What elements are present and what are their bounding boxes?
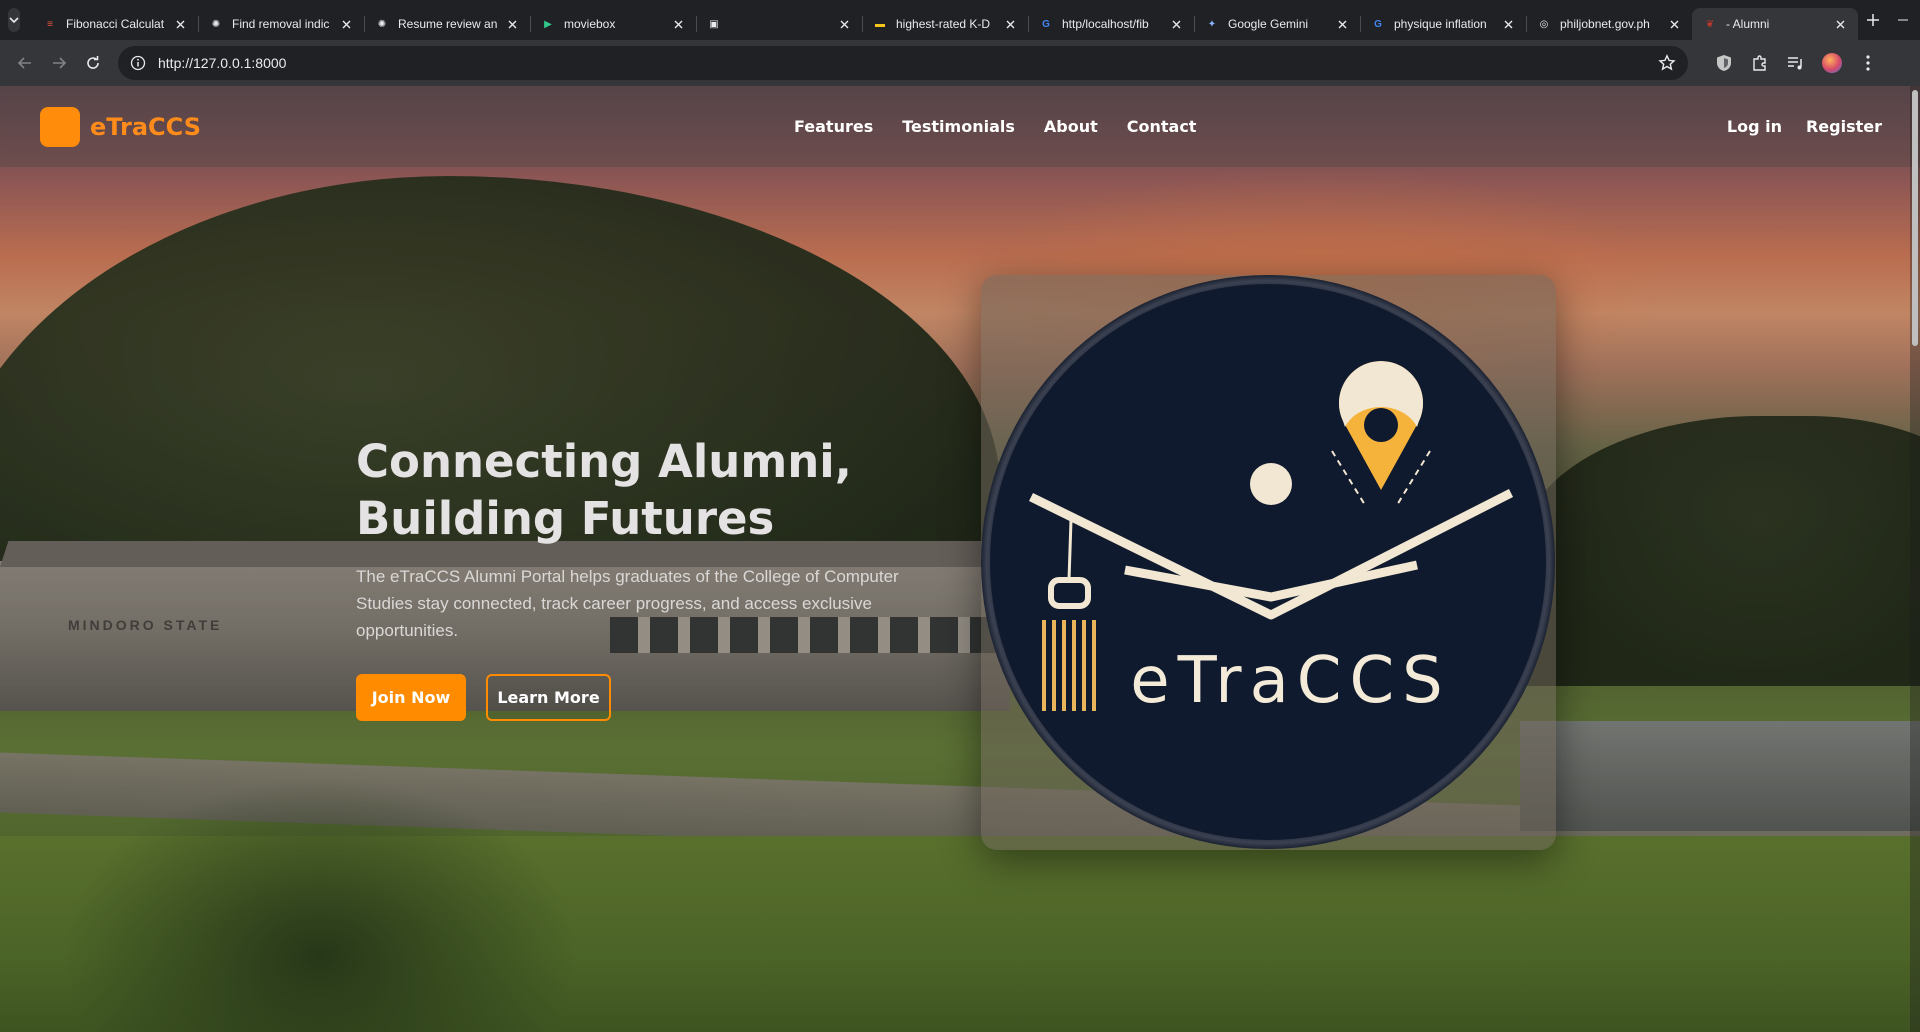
moviebox-icon: ▶ <box>544 18 552 30</box>
page-scrollbar[interactable] <box>1910 86 1920 1032</box>
close-tab-icon[interactable] <box>836 16 852 32</box>
browser-tab[interactable]: ✺ Resume review an <box>364 8 530 40</box>
browser-menu-button[interactable] <box>1850 46 1886 80</box>
browser-tab-title: Find removal indic <box>232 17 330 31</box>
site-header: eTraCCS Features Testimonials About Cont… <box>0 86 1920 167</box>
close-tab-icon[interactable] <box>172 16 188 32</box>
browser-tab[interactable]: ✺ Find removal indic <box>198 8 364 40</box>
picture-in-picture-icon: ▣ <box>709 18 719 30</box>
imdb-icon: ▬ <box>875 18 885 30</box>
browser-toolbar: http://127.0.0.1:8000 <box>0 40 1920 86</box>
close-tab-icon[interactable] <box>670 16 686 32</box>
chevron-down-icon <box>9 17 19 24</box>
register-link[interactable]: Register <box>1806 117 1882 136</box>
alumni-icon: ❦ <box>1705 18 1715 30</box>
learn-more-button[interactable]: Learn More <box>486 674 611 721</box>
new-tab-button[interactable] <box>1866 6 1880 34</box>
browser-tab[interactable]: ❦ - Alumni <box>1692 8 1858 40</box>
globe-icon: ◎ <box>1539 18 1549 30</box>
avatar <box>1822 53 1842 73</box>
media-queue-icon <box>1788 57 1802 70</box>
browser-tab[interactable]: Gphysique inflation <box>1360 8 1526 40</box>
extensions-button[interactable] <box>1742 46 1778 80</box>
kebab-menu-icon <box>1866 55 1870 71</box>
browser-tab[interactable]: ◎ philjobnet.gov.ph <box>1526 8 1692 40</box>
browser-tab[interactable]: ▬ highest-rated K-D <box>862 8 1028 40</box>
auth-nav: Log in Register <box>1703 86 1882 167</box>
browser-tab[interactable]: ▶ moviebox <box>530 8 696 40</box>
page-scrollbar-thumb[interactable] <box>1912 90 1918 346</box>
nav-link-features[interactable]: Features <box>794 117 873 136</box>
extension-toolbar <box>1706 46 1886 80</box>
browser-tab[interactable]: ≡ Fibonacci Calculat <box>32 8 198 40</box>
browser-tab-title: - Alumni <box>1726 17 1770 31</box>
google-icon: G <box>1374 18 1382 30</box>
hero-actions: Join Now Learn More <box>356 674 956 721</box>
shield-icon <box>1717 55 1731 71</box>
bookmark-star-icon[interactable] <box>1658 54 1676 72</box>
close-tab-icon[interactable] <box>1500 16 1516 32</box>
openai-icon: ✺ <box>377 18 387 30</box>
arrow-left-icon <box>17 57 31 69</box>
browser-tab-title: philjobnet.gov.ph <box>1560 17 1650 31</box>
minimize-icon <box>1898 19 1908 21</box>
close-tab-icon[interactable] <box>1168 16 1184 32</box>
gemini-icon: ✦ <box>1207 18 1217 30</box>
browser-tab-title: Fibonacci Calculat <box>66 17 165 31</box>
arrow-right-icon <box>53 57 67 69</box>
calculator-icon: ≡ <box>47 18 53 30</box>
plus-icon <box>1867 14 1879 26</box>
back-button[interactable] <box>8 46 42 80</box>
browser-tab-title: moviebox <box>564 17 616 31</box>
media-control-button[interactable] <box>1778 46 1814 80</box>
browser-tab[interactable]: ✦ Google Gemini <box>1194 8 1360 40</box>
join-now-button[interactable]: Join Now <box>356 674 466 721</box>
shield-extension-button[interactable] <box>1706 46 1742 80</box>
window-controls <box>1880 0 1920 40</box>
close-tab-icon[interactable] <box>1832 16 1848 32</box>
browser-tab-title: Google Gemini <box>1228 17 1309 31</box>
openai-icon: ✺ <box>211 18 221 30</box>
emblem-wordmark: eTraCCS <box>1130 644 1451 718</box>
browser-tab-title: physique inflation <box>1394 17 1487 31</box>
browser-tab[interactable]: Ghttp/localhost/fib <box>1028 8 1194 40</box>
tab-search-button[interactable] <box>8 8 20 32</box>
hero-title-line-1: Connecting Alumni, <box>356 435 852 488</box>
page-viewport: MINDORO STATE eTraCCS Features Testimoni… <box>0 86 1920 1032</box>
close-tab-icon[interactable] <box>1002 16 1018 32</box>
site-info-icon[interactable] <box>130 55 146 71</box>
hero-title: Connecting Alumni, Building Futures <box>356 433 956 547</box>
nav-link-about[interactable]: About <box>1044 117 1098 136</box>
forward-button[interactable] <box>42 46 76 80</box>
reload-button[interactable] <box>76 46 110 80</box>
login-link[interactable]: Log in <box>1727 117 1782 136</box>
nav-link-contact[interactable]: Contact <box>1127 117 1197 136</box>
hero-title-line-2: Building Futures <box>356 492 775 545</box>
close-tab-icon[interactable] <box>504 16 520 32</box>
browser-tab-title: Resume review an <box>398 17 498 31</box>
main-nav: Features Testimonials About Contact <box>794 86 1225 167</box>
browser-tabstrip: ≡ Fibonacci Calculat ✺ Find removal indic ✺ R… <box>0 0 1920 40</box>
hero-description: The eTraCCS Alumni Portal helps graduate… <box>356 567 899 640</box>
etraccs-emblem-logo <box>981 275 1555 849</box>
browser-tab-title: highest-rated K-D <box>896 17 991 31</box>
browser-tab[interactable]: ▣ <box>696 8 862 40</box>
site-logo-mark[interactable] <box>40 106 80 147</box>
close-tab-icon[interactable] <box>1334 16 1350 32</box>
hero-section: Connecting Alumni, Building Futures The … <box>356 433 956 721</box>
reload-icon <box>87 56 99 69</box>
campus-background-image: MINDORO STATE <box>0 86 1920 1032</box>
address-bar[interactable]: http://127.0.0.1:8000 <box>118 46 1688 80</box>
profile-button[interactable] <box>1814 46 1850 80</box>
minimize-button[interactable] <box>1880 0 1920 40</box>
nav-link-testimonials[interactable]: Testimonials <box>902 117 1015 136</box>
puzzle-icon <box>1753 55 1766 71</box>
url-text[interactable]: http://127.0.0.1:8000 <box>158 55 1658 71</box>
google-icon: G <box>1042 18 1050 30</box>
emblem-card: eTraCCS <box>981 275 1556 850</box>
close-tab-icon[interactable] <box>1666 16 1682 32</box>
browser-tab-title: http/localhost/fib <box>1062 17 1149 31</box>
site-brand[interactable]: eTraCCS <box>90 113 201 141</box>
close-tab-icon[interactable] <box>338 16 354 32</box>
